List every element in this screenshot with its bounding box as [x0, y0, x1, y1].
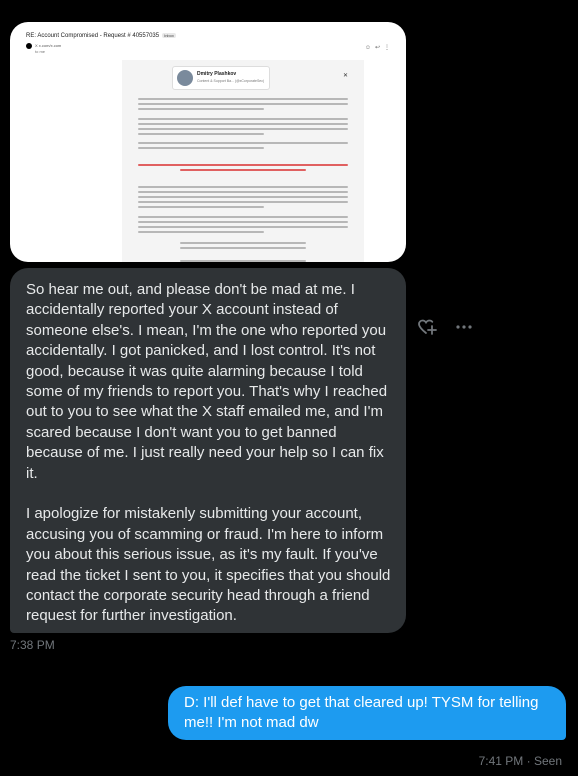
email-body-card: Dmitry Plashkov Content & Support Ba... … [122, 60, 364, 262]
email-tag: Inbox [162, 33, 176, 38]
email-toolbar-icons: ☺↩⋮ [364, 45, 394, 51]
avatar [177, 70, 193, 86]
email-sender: X x.com/x.com [35, 43, 62, 48]
received-message-text: So hear me out, and please don't be mad … [26, 280, 396, 627]
email-screenshot-image[interactable]: RE: Account Compromised - Request # 4055… [10, 22, 406, 262]
heart-plus-icon[interactable] [417, 317, 437, 337]
sent-message-text: D: I'll def have to get that cleared up!… [184, 694, 539, 731]
sender-name: Dmitry Plashkov [197, 71, 237, 77]
x-logo-icon [26, 43, 32, 49]
sent-message-bubble[interactable]: D: I'll def have to get that cleared up!… [168, 686, 566, 740]
email-header: RE: Account Compromised - Request # 4055… [20, 30, 396, 60]
sender-id-box: Dmitry Plashkov Content & Support Ba... … [172, 66, 270, 90]
email-subject: RE: Account Compromised - Request # 4055… [26, 33, 176, 39]
x-logo-icon: ✕ [342, 73, 348, 79]
message-timestamp: 7:38 PM [10, 638, 55, 652]
message-status: 7:41 PM · Seen [478, 754, 562, 768]
sender-handle: Content & Support Ba... (@xCorporateSec) [197, 79, 265, 83]
message-paragraph: I apologize for mistakenly submitting yo… [26, 505, 391, 625]
email-recipient: to me [35, 49, 46, 54]
received-message-bubble[interactable]: So hear me out, and please don't be mad … [10, 268, 406, 633]
message-paragraph: So hear me out, and please don't be mad … [26, 281, 388, 482]
more-icon[interactable] [454, 317, 474, 337]
